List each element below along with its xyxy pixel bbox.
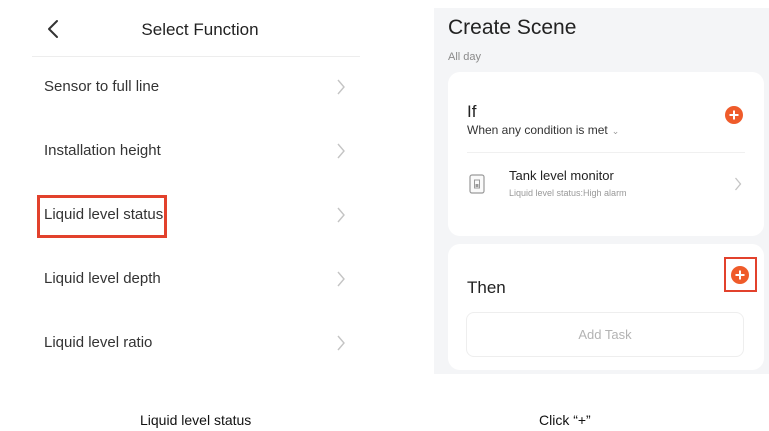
chevron-right-icon	[337, 143, 345, 159]
highlight-box-liquid-level-status	[37, 195, 167, 238]
condition-mode-dropdown[interactable]: When any condition is met ⌄	[467, 123, 619, 137]
chevron-right-icon	[337, 79, 345, 95]
condition-mode-label: When any condition is met	[467, 123, 608, 137]
chevron-right-icon[interactable]	[734, 176, 742, 192]
function-item-liquid-level-depth[interactable]: Liquid level depth	[32, 248, 360, 312]
create-scene-panel: Create Scene All day If When any conditi…	[434, 8, 769, 374]
function-item-installation-height[interactable]: Installation height	[32, 120, 360, 184]
function-item-sensor-to-full-line[interactable]: Sensor to full line	[32, 56, 360, 120]
card-divider	[467, 152, 745, 153]
function-item-label: Sensor to full line	[44, 78, 160, 95]
chevron-right-icon	[337, 335, 345, 351]
function-item-label: Liquid level ratio	[44, 334, 153, 351]
scene-title: Create Scene	[448, 16, 577, 39]
function-item-label: Installation height	[44, 142, 161, 159]
device-icon	[469, 174, 485, 194]
caption-right: Click “+”	[539, 412, 591, 428]
condition-device-name[interactable]: Tank level monitor	[509, 168, 614, 183]
function-item-label: Liquid level depth	[44, 270, 161, 287]
scene-schedule[interactable]: All day	[448, 51, 481, 63]
back-arrow-icon[interactable]	[44, 18, 62, 40]
then-heading: Then	[467, 278, 506, 297]
caption-left: Liquid level status	[140, 412, 252, 428]
add-condition-plus-icon[interactable]	[725, 106, 743, 124]
if-card: If When any condition is met ⌄ Tank level…	[448, 72, 764, 236]
then-card: Then Add Task	[448, 244, 764, 370]
select-function-header: Select Function	[0, 0, 360, 56]
page-title: Select Function	[141, 20, 259, 39]
function-item-liquid-level-ratio[interactable]: Liquid level ratio	[32, 312, 360, 376]
if-heading: If	[467, 102, 477, 121]
chevron-right-icon	[337, 207, 345, 223]
caret-down-icon: ⌄	[611, 126, 620, 136]
add-task-button[interactable]: Add Task	[466, 312, 744, 357]
highlight-box-plus-button	[724, 257, 757, 292]
chevron-right-icon	[337, 271, 345, 287]
condition-detail: Liquid level status:High alarm	[509, 188, 627, 198]
